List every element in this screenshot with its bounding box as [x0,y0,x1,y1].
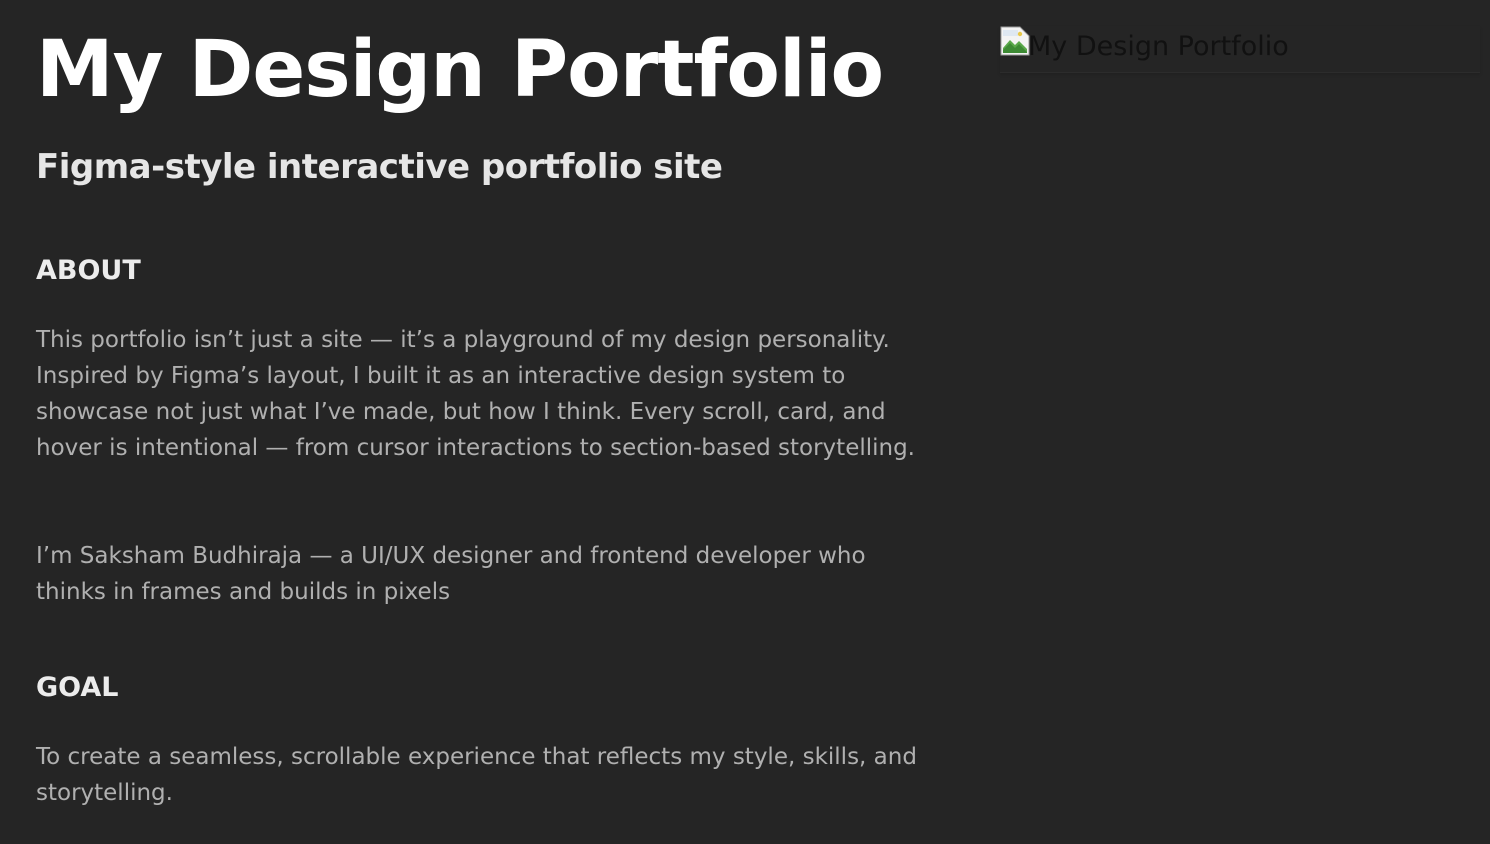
goal-heading: GOAL [36,672,119,703]
about-paragraph: This portfolio isn’t just a site — it’s … [36,327,915,461]
about-intro-paragraph: I’m Saksham Budhiraja — a UI/UX designer… [36,543,866,605]
broken-image-icon [1000,26,1030,56]
about-heading: ABOUT [36,255,141,286]
image-alt-text: My Design Portfolio [1028,31,1289,62]
page-title: My Design Portfolio [36,25,884,115]
hero-image: My Design Portfolio [1000,26,1480,73]
goal-paragraph: To create a seamless, scrollable experie… [36,744,917,806]
page-subtitle: Figma-style interactive portfolio site [36,147,723,187]
